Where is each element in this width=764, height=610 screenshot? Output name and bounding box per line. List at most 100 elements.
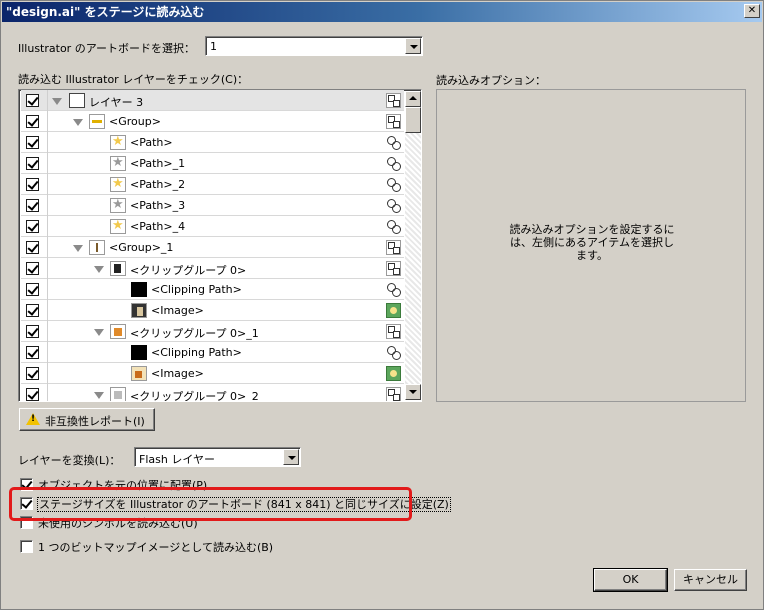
row-checkbox[interactable]: [26, 304, 39, 317]
path-icon[interactable]: [386, 177, 401, 192]
tree-row-image-2[interactable]: <Image>: [21, 363, 404, 384]
row-label: <クリップグループ 0>: [130, 264, 247, 277]
group-icon[interactable]: [386, 387, 401, 401]
expand-triangle-icon[interactable]: [94, 392, 104, 399]
row-checkbox[interactable]: [26, 367, 39, 380]
clip-thumb-icon: [110, 261, 126, 276]
tree-row-clip-group-0-2[interactable]: <クリップグループ 0>_2: [21, 384, 404, 402]
layers-label: 読み込む Illustrator レイヤーをチェック(C)：: [18, 73, 249, 86]
expand-triangle-icon[interactable]: [94, 266, 104, 273]
group-icon[interactable]: [386, 261, 401, 276]
annotation-highlight: [9, 487, 412, 521]
artboard-select[interactable]: 1: [205, 36, 423, 56]
chevron-down-icon[interactable]: [405, 38, 421, 54]
row-checkbox[interactable]: [26, 157, 39, 170]
tree-row-path-2[interactable]: ★ <Path>_2: [21, 174, 404, 195]
group-icon[interactable]: [386, 324, 401, 339]
scroll-thumb[interactable]: [405, 107, 421, 133]
clipping-thumb-icon: [131, 282, 147, 297]
cancel-button[interactable]: キャンセル: [674, 569, 747, 591]
scroll-up-icon[interactable]: [405, 91, 421, 107]
tree-scrollbar[interactable]: [405, 91, 421, 400]
row-label: <Path>_3: [130, 199, 186, 212]
tree-row-clip-group-0-1[interactable]: <クリップグループ 0>_1: [21, 321, 404, 342]
row-label: <Clipping Path>: [151, 283, 242, 296]
path-icon[interactable]: [386, 282, 401, 297]
star-thumb-icon: ★: [110, 176, 126, 192]
group-thumb-icon: [89, 240, 105, 255]
row-label: <Clipping Path>: [151, 346, 242, 359]
row-checkbox[interactable]: [26, 325, 39, 338]
path-icon[interactable]: [386, 219, 401, 234]
row-checkbox[interactable]: [26, 283, 39, 296]
chevron-down-icon[interactable]: [283, 449, 299, 465]
options-label: 読み込みオプション：: [436, 74, 546, 87]
tree-row-path[interactable]: ★ <Path>: [21, 132, 404, 153]
clip-thumb-icon: [110, 324, 126, 339]
group-icon[interactable]: [386, 114, 401, 129]
layer-tree[interactable]: レイヤー 3 <Group> ★ <Path> ★ <Path>_1 ★ <Pa…: [18, 89, 422, 402]
row-checkbox[interactable]: [26, 262, 39, 275]
row-label: <Group>: [109, 115, 161, 128]
tree-row-path-4[interactable]: ★ <Path>_4: [21, 216, 404, 237]
single-bitmap-checkbox[interactable]: [20, 540, 33, 553]
row-checkbox[interactable]: [26, 220, 39, 233]
group-thumb-icon: [89, 114, 105, 129]
layer-thumb-icon: [69, 93, 85, 108]
row-label: <Path>_4: [130, 220, 186, 233]
options-message: 読み込みオプションを設定するには、左側にあるアイテムを選択します。: [509, 223, 675, 262]
image-icon[interactable]: [386, 303, 401, 318]
row-checkbox[interactable]: [26, 94, 39, 107]
star-thumb-icon: ★: [110, 218, 126, 234]
row-checkbox[interactable]: [26, 115, 39, 128]
window-title: "design.ai" をステージに読み込む: [6, 5, 205, 19]
tree-row-path-3[interactable]: ★ <Path>_3: [21, 195, 404, 216]
artboard-value: 1: [210, 40, 217, 53]
tree-row-clip-group-0[interactable]: <クリップグループ 0>: [21, 258, 404, 279]
convert-layers-select[interactable]: Flash レイヤー: [134, 447, 301, 467]
artboard-label: Illustrator のアートボードを選択：: [18, 42, 196, 55]
row-label: <クリップグループ 0>_1: [130, 327, 259, 340]
tree-row-clipping-path-2[interactable]: <Clipping Path>: [21, 342, 404, 363]
incompatibility-report-button[interactable]: 非互換性レポート(I): [19, 408, 155, 431]
row-checkbox[interactable]: [26, 199, 39, 212]
row-checkbox[interactable]: [26, 388, 39, 401]
row-label: <Image>: [151, 367, 204, 380]
group-icon[interactable]: [386, 93, 401, 108]
expand-triangle-icon[interactable]: [52, 98, 62, 105]
path-icon[interactable]: [386, 345, 401, 360]
path-icon[interactable]: [386, 198, 401, 213]
tree-row-group[interactable]: <Group>: [21, 111, 404, 132]
expand-triangle-icon[interactable]: [73, 245, 83, 252]
expand-triangle-icon[interactable]: [94, 329, 104, 336]
scroll-down-icon[interactable]: [405, 384, 421, 400]
clip-thumb-icon: [110, 387, 126, 401]
single-bitmap-label: 1 つのビットマップイメージとして読み込む(B): [38, 541, 274, 554]
row-label: <Group>_1: [109, 241, 174, 254]
row-checkbox[interactable]: [26, 136, 39, 149]
tree-row-clipping-path[interactable]: <Clipping Path>: [21, 279, 404, 300]
ok-button[interactable]: OK: [593, 568, 668, 592]
tree-row-group-1[interactable]: <Group>_1: [21, 237, 404, 258]
warning-icon: [26, 413, 40, 425]
tree-row-image[interactable]: <Image>: [21, 300, 404, 321]
row-label: <クリップグループ 0>_2: [130, 390, 259, 402]
image-thumb-icon: [131, 303, 147, 318]
row-checkbox[interactable]: [26, 346, 39, 359]
path-icon[interactable]: [386, 135, 401, 150]
tree-row-layer-3[interactable]: レイヤー 3: [21, 90, 404, 111]
convert-layers-value: Flash レイヤー: [139, 453, 215, 466]
tree-row-path-1[interactable]: ★ <Path>_1: [21, 153, 404, 174]
row-checkbox[interactable]: [26, 241, 39, 254]
incompatibility-report-label: 非互換性レポート(I): [45, 415, 145, 428]
row-label: レイヤー 3: [89, 96, 144, 109]
image-icon[interactable]: [386, 366, 401, 381]
path-icon[interactable]: [386, 156, 401, 171]
expand-triangle-icon[interactable]: [73, 119, 83, 126]
title-bar: "design.ai" をステージに読み込む ✕: [2, 2, 762, 22]
group-icon[interactable]: [386, 240, 401, 255]
convert-layers-label: レイヤーを変換(L)：: [18, 454, 121, 467]
import-dialog: "design.ai" をステージに読み込む ✕ Illustrator のアー…: [0, 0, 764, 610]
row-checkbox[interactable]: [26, 178, 39, 191]
close-icon[interactable]: ✕: [744, 4, 760, 18]
